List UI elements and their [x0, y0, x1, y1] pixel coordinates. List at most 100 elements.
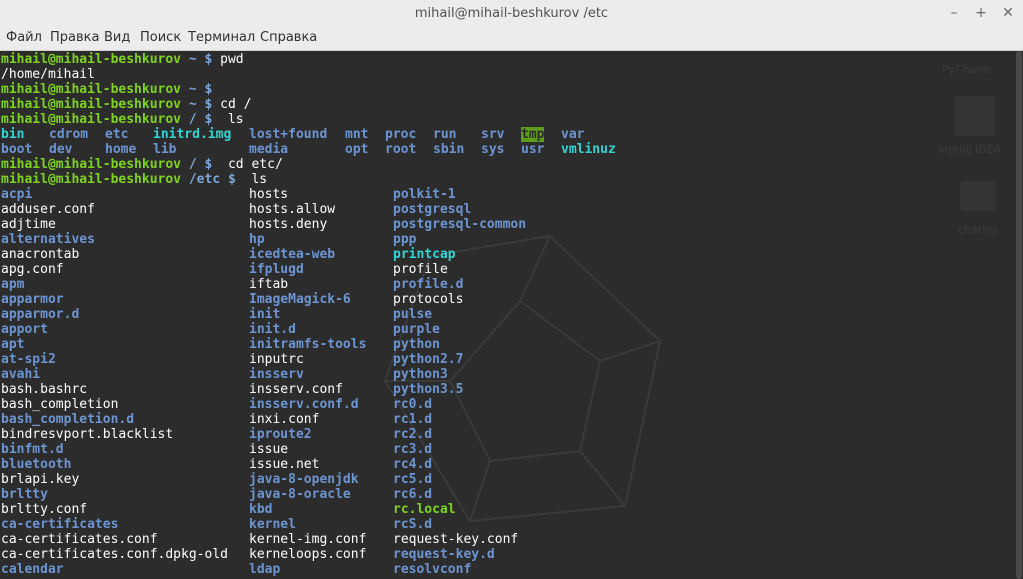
ls-entry: polkit-1	[393, 187, 456, 202]
ls-entry: initrd.img	[153, 127, 232, 142]
ls-entry: dev	[49, 142, 73, 157]
ls-entry: apparmor	[1, 292, 64, 307]
ls-entry: init	[249, 307, 281, 322]
prompt-user: mihail@mihail-beshkurov	[1, 82, 189, 97]
ls-entry: kbd	[249, 502, 273, 517]
ls-entry: python2.7	[393, 352, 464, 367]
ls-entry: usr	[521, 142, 545, 157]
ls-entry: hosts.allow	[249, 202, 336, 217]
ls-entry: sbin	[433, 142, 465, 157]
ls-entry: bash.bashrc	[1, 382, 88, 397]
prompt-line: mihail@mihail-beshkurov /etc $ ls	[1, 172, 267, 187]
prompt-line: mihail@mihail-beshkurov / $ cd etc/	[1, 157, 283, 172]
ls-entry: ca-certificates	[1, 517, 119, 532]
ls-entry: rcS.d	[393, 517, 433, 532]
scrollbar[interactable]	[1015, 51, 1023, 579]
ls-entry: home	[105, 142, 137, 157]
ls-entry: brlapi.key	[1, 472, 80, 487]
prompt-line: mihail@mihail-beshkurov ~ $ cd /	[1, 97, 251, 112]
close-button[interactable]: ✕	[998, 3, 1018, 23]
ls-entry: request-key.conf	[393, 532, 519, 547]
menu-file[interactable]: Файл	[6, 30, 42, 45]
ls-entry: cdrom	[49, 127, 89, 142]
terminal-window: mihail@mihail-beshkurov /etc – + ✕ Файл …	[0, 0, 1023, 579]
menu-search[interactable]: Поиск	[140, 30, 181, 45]
ls-entry: inxi.conf	[249, 412, 320, 427]
ls-entry: etc	[105, 127, 129, 142]
prompt-path: ~ $	[188, 97, 221, 112]
minimize-button[interactable]: –	[944, 3, 964, 23]
menu-view[interactable]: Вид	[104, 30, 130, 45]
ls-entry: icedtea-web	[249, 247, 336, 262]
ls-entry: insserv.conf	[249, 382, 343, 397]
wallpaper-label: PyCharm	[942, 63, 992, 76]
ls-entry: rc2.d	[393, 427, 433, 442]
ls-entry: apport	[1, 322, 48, 337]
prompt-line: mihail@mihail-beshkurov / $ ls	[1, 112, 244, 127]
title-bar[interactable]: mihail@mihail-beshkurov /etc – + ✕	[0, 0, 1023, 26]
ls-entry: media	[249, 142, 289, 157]
ls-entry: apt	[1, 337, 25, 352]
ls-entry: brltty	[1, 487, 48, 502]
wallpaper-label: charles	[958, 223, 998, 236]
menu-edit[interactable]: Правка	[50, 30, 99, 45]
window-title: mihail@mihail-beshkurov /etc	[414, 6, 609, 21]
menu-terminal[interactable]: Терминал	[188, 30, 255, 45]
ls-entry: rc1.d	[393, 412, 433, 427]
ls-entry: apg.conf	[1, 262, 64, 277]
ls-entry: opt	[345, 142, 369, 157]
ls-entry: vmlinuz	[561, 142, 616, 157]
command-text: pwd	[220, 52, 244, 67]
prompt-path: ~ $	[188, 52, 221, 67]
ls-entry: ldap	[249, 562, 281, 577]
ls-entry: inputrc	[249, 352, 304, 367]
ls-entry: resolvconf	[393, 562, 472, 577]
ls-entry: proc	[385, 127, 417, 142]
ls-entry: iproute2	[249, 427, 312, 442]
prompt-user: mihail@mihail-beshkurov	[1, 97, 189, 112]
prompt-path: / $	[188, 112, 221, 127]
ls-entry: insserv	[249, 367, 304, 382]
ls-entry: kernel	[249, 517, 296, 532]
ls-entry: python	[393, 337, 440, 352]
ls-entry: purple	[393, 322, 440, 337]
ls-entry: adjtime	[1, 217, 56, 232]
ls-entry: apm	[1, 277, 25, 292]
ls-entry: pulse	[393, 307, 433, 322]
ls-entry: kernel-img.conf	[249, 532, 367, 547]
ls-entry: lost+found	[249, 127, 328, 142]
ls-entry: python3	[393, 367, 448, 382]
ls-entry: bash_completion	[1, 397, 119, 412]
ls-entry: hosts.deny	[249, 217, 328, 232]
ls-entry: root	[385, 142, 417, 157]
ls-entry: rc0.d	[393, 397, 433, 412]
prompt-line: mihail@mihail-beshkurov ~ $ pwd	[1, 52, 244, 67]
output-text: /home/mihail	[1, 67, 95, 82]
ls-entry: mnt	[345, 127, 369, 142]
prompt-path: ~ $	[188, 82, 221, 97]
ls-entry: lib	[153, 142, 177, 157]
ls-entry: java-8-openjdk	[249, 472, 359, 487]
ls-entry: insserv.conf.d	[249, 397, 359, 412]
command-text: cd /	[220, 97, 252, 112]
ls-entry: iftab	[249, 277, 289, 292]
ls-entry: adduser.conf	[1, 202, 95, 217]
ls-entry: rc4.d	[393, 457, 433, 472]
prompt-user: mihail@mihail-beshkurov	[1, 52, 189, 67]
menu-help[interactable]: Справка	[260, 30, 317, 45]
ls-entry: brltty.conf	[1, 502, 88, 517]
ls-entry: kerneloops.conf	[249, 547, 367, 562]
scrollbar-thumb[interactable]	[1016, 51, 1022, 579]
ls-entry: hosts	[249, 187, 289, 202]
ls-entry: request-key.d	[393, 547, 495, 562]
ls-entry: tmp	[521, 127, 545, 142]
maximize-button[interactable]: +	[971, 3, 991, 23]
ls-entry: bin	[1, 127, 25, 142]
menu-bar: Файл Правка Вид Поиск Терминал Справка	[0, 26, 1023, 51]
ls-entry: issue.net	[249, 457, 320, 472]
ls-entry: anacrontab	[1, 247, 80, 262]
terminal-output[interactable]: PyCharm IntelliJ IDEA charles mihail@mih…	[0, 51, 1023, 579]
ls-entry: apparmor.d	[1, 307, 80, 322]
ls-entry: at-spi2	[1, 352, 56, 367]
output-line: /home/mihail	[1, 67, 95, 82]
